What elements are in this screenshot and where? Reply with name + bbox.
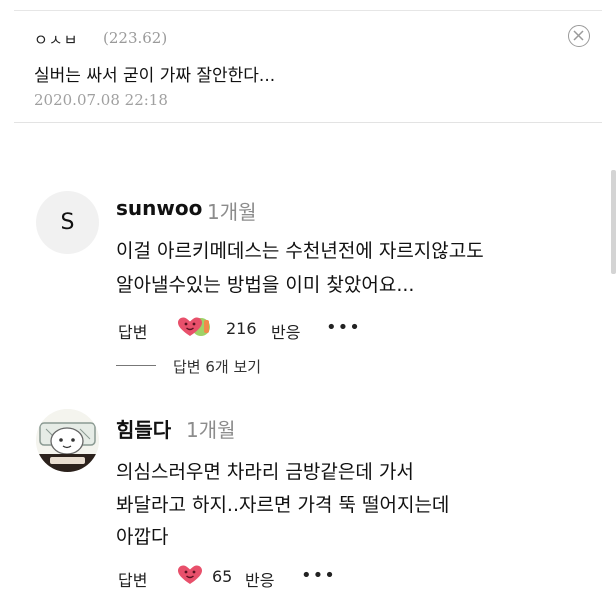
reaction-button[interactable]: 반응 bbox=[245, 567, 274, 591]
comment-text-line: 의심스러우면 차라리 금방같은데 가서 bbox=[116, 461, 414, 483]
previous-comment-text: 실버는 싸서 굳이 가짜 잘안한다... bbox=[34, 66, 276, 86]
reaction-count: 216 bbox=[226, 319, 257, 338]
comment-author[interactable]: 힘들다 bbox=[116, 414, 171, 443]
comment-text-line: 아깝다 bbox=[116, 526, 169, 548]
scrollbar[interactable] bbox=[611, 170, 616, 274]
circle-close-icon[interactable] bbox=[568, 25, 590, 47]
avatar-letter: S bbox=[60, 210, 75, 235]
heart-face-icon[interactable] bbox=[176, 563, 204, 587]
comment-time: 1개월 bbox=[207, 200, 257, 224]
comment-time: 1개월 bbox=[186, 418, 236, 442]
avatar[interactable]: S bbox=[36, 191, 99, 254]
cartoon-avatar-icon bbox=[36, 409, 99, 472]
reply-button[interactable]: 답변 bbox=[118, 567, 147, 591]
top-divider bbox=[14, 10, 602, 11]
previous-comment-author[interactable]: ㅇㅅㅂ bbox=[34, 29, 78, 50]
comment-author[interactable]: sunwoo bbox=[116, 196, 202, 220]
comment-text-line: 봐달라고 하지..자르면 가격 뚝 떨어지는데 bbox=[116, 494, 450, 516]
reaction-icons[interactable] bbox=[176, 315, 214, 339]
reply-button[interactable]: 답변 bbox=[118, 319, 147, 343]
reaction-button[interactable]: 반응 bbox=[271, 319, 300, 343]
replies-divider bbox=[116, 365, 156, 366]
previous-comment-score: (223.62) bbox=[103, 29, 168, 47]
view-replies-link[interactable]: 답변 6개 보기 bbox=[173, 356, 261, 377]
comment-text-line: 알아낼수있는 방법을 이미 찾았어요... bbox=[116, 274, 415, 296]
comment-text-line: 이걸 아르키메데스는 수천년전에 자르지않고도 bbox=[116, 240, 484, 262]
previous-comment-date: 2020.07.08 22:18 bbox=[34, 91, 168, 109]
avatar[interactable] bbox=[36, 409, 99, 472]
previous-comment-card: ㅇㅅㅂ (223.62) 실버는 싸서 굳이 가짜 잘안한다... 2020.0… bbox=[14, 16, 602, 123]
reaction-count: 65 bbox=[212, 567, 233, 586]
more-options-icon[interactable]: ••• bbox=[326, 317, 361, 338]
more-options-icon[interactable]: ••• bbox=[301, 565, 336, 586]
